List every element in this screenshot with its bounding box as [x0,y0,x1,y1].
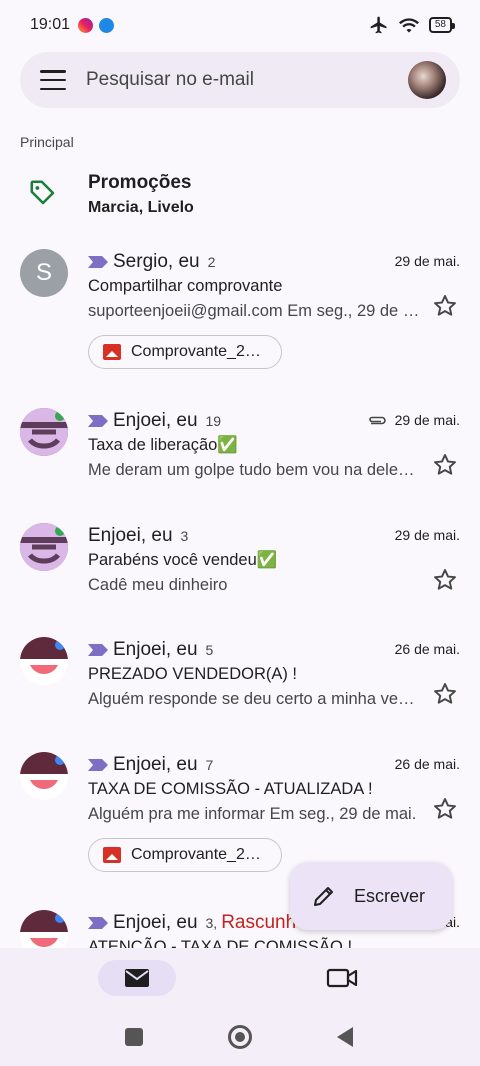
email-item[interactable]: Enjoei, eu 3 29 de mai. Parabéns você ve… [0,523,480,613]
thread-count: 7 [205,757,214,773]
star-icon[interactable] [432,796,458,822]
avatar [20,752,68,800]
email-item[interactable]: Enjoei, eu 19 29 de mai. Taxa de liberaç… [0,408,480,498]
sender-name: Enjoei, eu [88,525,173,546]
important-marker-icon [88,415,108,427]
email-date: 26 de mai. [394,641,460,657]
email-subject: Taxa de liberação✅ [88,436,238,454]
back-button[interactable] [337,1027,353,1047]
tab-meet[interactable] [326,966,358,990]
sender-name: Enjoei, eu [113,754,198,775]
email-date: 29 de mai. [394,253,460,269]
compose-button[interactable]: Escrever [290,862,452,930]
enjoei-logo-icon [20,408,68,456]
sender-row: Enjoei, eu 7 [88,752,213,778]
email-date: 26 de mai. [394,756,460,772]
enjoei-logo-icon [20,910,68,948]
avatar [20,637,68,685]
sender-name: Sergio, eu [113,251,200,272]
email-subject: TAXA DE COMISSÃO - ATUALIZADA ! [88,780,373,798]
promotions-senders: Marcia, Livelo [88,199,194,216]
sender-row: Enjoei, eu 3, Rascunho [88,910,307,936]
attachment-name: Comprovante_2… [131,846,261,863]
bottom-navigation [0,948,480,1010]
enjoei-logo-icon [20,523,68,571]
avatar [20,910,68,948]
instagram-icon [78,17,94,33]
star-icon[interactable] [432,567,458,593]
email-subject: Compartilhar comprovante [88,277,283,295]
important-marker-icon [88,256,108,268]
avatar [20,408,68,456]
search-input[interactable]: Pesquisar no e-mail [86,69,408,91]
promotions-category-row[interactable]: Promoções Marcia, Livelo [0,164,480,234]
thread-count: 3, [205,915,218,931]
chat-app-icon [99,17,115,33]
star-icon[interactable] [432,293,458,319]
tab-mail[interactable] [98,960,176,996]
wifi-icon [398,18,419,33]
sender-name: Enjoei, eu [113,912,198,933]
mail-icon [125,969,149,987]
sender-row: Enjoei, eu 19 [88,408,221,434]
email-date: 29 de mai. [367,412,460,428]
home-button[interactable] [228,1025,252,1049]
email-subject: ATENÇÃO - TAXA DE COMISSÃO ! [88,938,353,948]
email-snippet: Me deram um golpe tudo bem vou na delega… [88,461,422,479]
status-icons: 58 [369,15,456,35]
sender-row: Enjoei, eu 5 [88,637,213,663]
system-navigation-bar [0,1010,480,1066]
airplane-icon [370,16,387,34]
sender-name: Enjoei, eu [113,410,198,431]
thread-count: 2 [207,254,216,270]
email-item[interactable]: Enjoei, eu 5 26 de mai. PREZADO VENDEDOR… [0,637,480,727]
section-label: Principal [20,134,74,150]
email-date: 29 de mai. [394,527,460,543]
thread-count: 3 [180,528,189,544]
promotions-title: Promoções [88,172,192,193]
email-snippet: Alguém responde se deu certo a minha ven… [88,690,422,708]
sender-row: Enjoei, eu 3 [88,523,188,549]
account-avatar[interactable] [408,61,446,99]
attachment-chip[interactable]: Comprovante_2… [88,838,282,872]
email-subject: Parabéns você vendeu✅ [88,551,278,569]
attachment-name: Comprovante_2… [131,343,261,360]
battery-indicator: 58 [428,17,456,33]
important-marker-icon [88,644,108,656]
menu-icon[interactable] [40,70,66,90]
star-icon[interactable] [432,681,458,707]
email-snippet: suporteenjoeii@gmail.com Em seg., 29 de … [88,302,422,320]
avatar [20,523,68,571]
email-item[interactable]: S Sergio, eu 2 29 de mai. Compartilhar c… [0,249,480,379]
image-file-icon [103,847,121,863]
thread-count: 5 [205,642,214,658]
star-icon[interactable] [432,452,458,478]
search-bar[interactable]: Pesquisar no e-mail [20,52,460,108]
sender-row: Sergio, eu 2 [88,249,215,275]
compose-label: Escrever [354,885,426,906]
image-file-icon [103,344,121,360]
enjoei-logo-icon [20,752,68,800]
email-snippet: Alguém pra me informar Em seg., 29 de ma… [88,805,417,823]
email-snippet: Cadê meu dinheiro [88,576,228,594]
avatar: S [20,249,68,297]
email-subject: PREZADO VENDEDOR(A) ! [88,665,298,683]
tag-icon [30,180,55,205]
important-marker-icon [88,759,108,771]
status-bar: 19:01 58 [0,0,480,50]
sender-name: Enjoei, eu [113,639,198,660]
paperclip-icon [368,416,386,425]
status-time: 19:01 [30,16,71,33]
enjoei-logo-icon [20,637,68,685]
important-marker-icon [88,917,108,929]
pencil-icon [314,887,333,906]
recents-button[interactable] [125,1028,143,1046]
thread-count: 19 [205,413,222,429]
attachment-chip[interactable]: Comprovante_2… [88,335,282,369]
